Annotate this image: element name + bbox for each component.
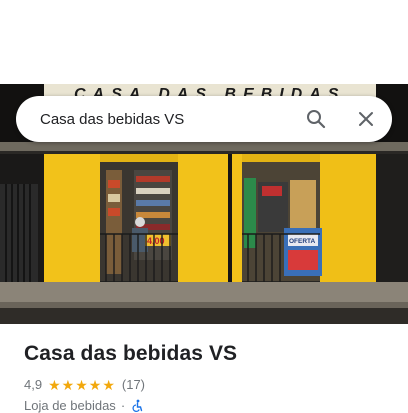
search-bar[interactable]: Casa das bebidas VS: [16, 96, 392, 142]
close-button[interactable]: [354, 107, 378, 131]
star-rating: ★ ★ ★ ★ ★: [48, 378, 116, 392]
place-title: Casa das bebidas VS: [24, 342, 238, 365]
top-blank-area: [0, 0, 408, 84]
search-icon: [307, 110, 326, 129]
rating-row[interactable]: 4,9 ★ ★ ★ ★ ★ (17): [24, 376, 396, 393]
review-count[interactable]: (17): [122, 377, 145, 392]
place-category: Loja de bebidas: [24, 398, 116, 413]
search-input[interactable]: Casa das bebidas VS: [40, 111, 278, 128]
star-icon: ★: [102, 376, 115, 393]
separator-dot: ·: [120, 398, 126, 413]
wheelchair-accessible-icon: [132, 399, 143, 412]
place-info: Casa das bebidas VS 4,9 ★ ★ ★ ★ ★ (17) Loja …: [24, 340, 396, 413]
close-icon: [359, 112, 373, 126]
rating-value: 4,9: [24, 377, 43, 392]
poster-text: OFERTA: [289, 238, 316, 245]
star-icon: ★: [61, 376, 75, 393]
category-row: Loja de bebidas ·: [24, 398, 396, 413]
star-icon: ★: [88, 376, 102, 393]
star-icon: ★: [75, 376, 88, 393]
star-icon: ★: [48, 376, 61, 393]
search-button[interactable]: [304, 107, 328, 131]
